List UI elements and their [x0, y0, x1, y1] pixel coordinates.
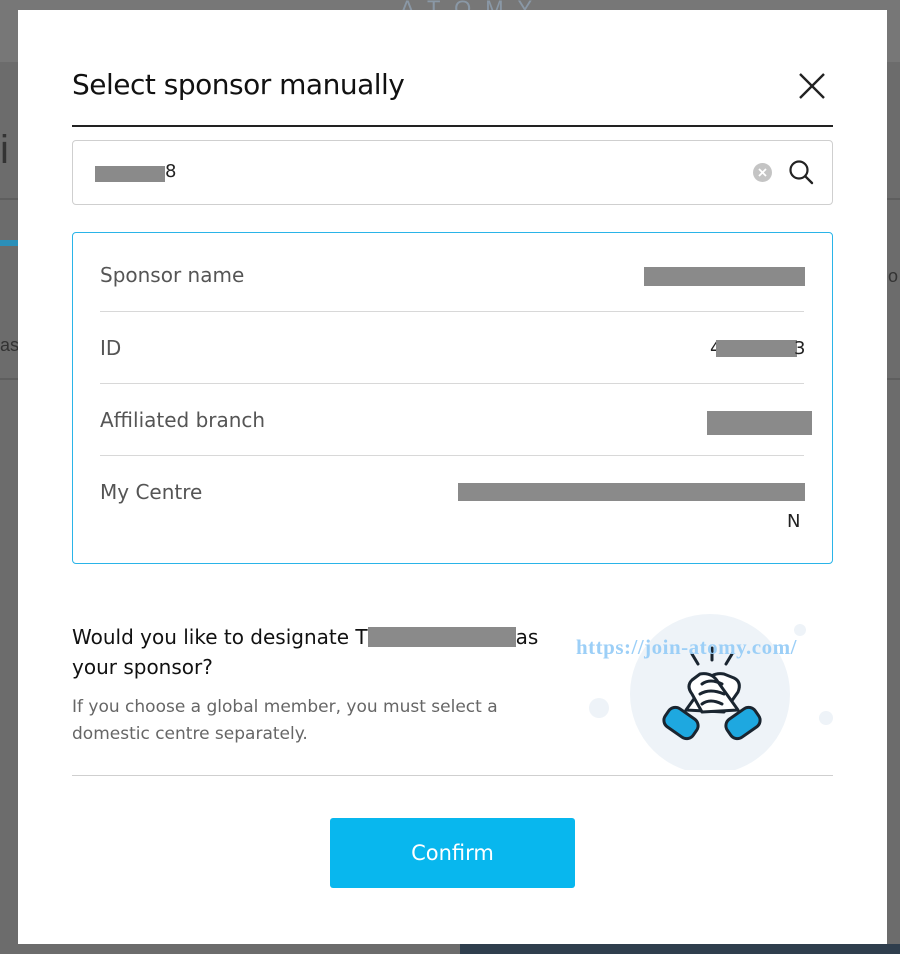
info-row-my-centre: My Centre N [100, 455, 805, 563]
info-label: ID [100, 336, 122, 360]
redacted-centre [458, 483, 805, 501]
id-value-suffix: 3 [794, 338, 806, 359]
redacted-id [716, 340, 797, 357]
background-text-fragment: o [888, 266, 899, 286]
info-label: Sponsor name [100, 263, 245, 287]
background-tab-indicator [0, 240, 18, 246]
info-label: Affiliated branch [100, 408, 266, 432]
sponsor-select-modal: Select sponsor manually 8 Sponsor name I… [18, 10, 887, 944]
clear-button[interactable] [753, 163, 772, 182]
sponsor-info-card: Sponsor name ID 4 3 Affiliated branch My… [72, 232, 833, 564]
info-row-affiliated-branch: Affiliated branch [100, 383, 812, 456]
info-row-sponsor-name: Sponsor name [100, 233, 805, 312]
global-member-note: If you choose a global member, you must … [72, 697, 498, 744]
background-divider [887, 198, 900, 200]
redacted-sponsor-name [644, 267, 805, 286]
redacted-branch [707, 411, 812, 435]
background-divider [0, 198, 18, 200]
title-divider [72, 125, 833, 127]
centre-value-trailing: N [787, 511, 801, 532]
modal-title: Select sponsor manually [72, 68, 405, 101]
designate-question: Would you like to designate Tas your spo… [72, 622, 572, 682]
handshake-illustration [578, 600, 848, 774]
info-label: My Centre [100, 480, 203, 504]
background-text-fragment: i [0, 128, 9, 172]
confirm-button[interactable]: Confirm [330, 818, 575, 888]
close-button[interactable] [794, 68, 830, 104]
info-row-id: ID 4 3 [100, 311, 806, 384]
handshake-icon [589, 614, 833, 774]
background-divider [887, 378, 900, 380]
redacted-sponsor-name-inline [367, 627, 516, 647]
redacted-search-value [95, 166, 165, 182]
close-icon [799, 73, 825, 99]
background-divider [0, 378, 18, 380]
bottom-divider [72, 775, 833, 776]
search-icon [789, 160, 814, 185]
sponsor-search-field[interactable]: 8 [72, 140, 833, 206]
clear-icon [758, 168, 767, 177]
watermark-url: https://join-atomy.com/ [576, 635, 797, 659]
background-text-fragment: as [0, 335, 20, 355]
question-prefix: Would you like to designate T [72, 625, 368, 649]
search-value-suffix: 8 [165, 161, 177, 182]
background-footer-bar [460, 944, 900, 954]
search-button[interactable] [787, 158, 815, 186]
